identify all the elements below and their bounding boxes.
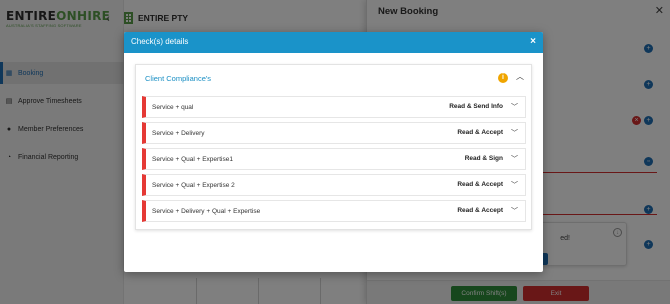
- compliance-name: Service + Delivery + Qual + Expertise: [152, 208, 261, 215]
- compliance-name: Service + Qual + Expertise1: [152, 156, 233, 163]
- compliance-name: Service + qual: [152, 104, 194, 111]
- compliance-action: Read & Sign: [464, 155, 503, 162]
- modal-header: Check(s) details ×: [124, 32, 543, 53]
- chevron-down-icon[interactable]: ﹀: [510, 102, 519, 112]
- chevron-down-icon[interactable]: ﹀: [510, 154, 519, 164]
- compliance-row[interactable]: Service + Qual + Expertise1 Read & Sign …: [142, 148, 526, 170]
- compliance-action: Read & Send Info: [449, 103, 503, 110]
- chevron-up-icon[interactable]: ︿: [515, 71, 525, 83]
- compliance-action: Read & Accept: [457, 129, 503, 136]
- compliance-name: Service + Delivery: [152, 130, 205, 137]
- chevron-down-icon[interactable]: ﹀: [510, 180, 519, 190]
- compliance-action: Read & Accept: [457, 207, 503, 214]
- chevron-down-icon[interactable]: ﹀: [510, 128, 519, 138]
- close-icon[interactable]: ×: [530, 36, 536, 47]
- chevron-down-icon[interactable]: ﹀: [510, 206, 519, 216]
- compliance-row[interactable]: Service + Qual + Expertise 2 Read & Acce…: [142, 174, 526, 196]
- compliance-name: Service + Qual + Expertise 2: [152, 182, 235, 189]
- section-title[interactable]: Client Compliance's: [145, 74, 211, 83]
- modal-title: Check(s) details: [131, 37, 189, 46]
- compliance-row[interactable]: Service + Delivery Read & Accept ﹀: [142, 122, 526, 144]
- checks-details-modal: Check(s) details × Client Compliance's i…: [124, 32, 543, 272]
- client-compliance-panel: Client Compliance's i ︿ Service + qual R…: [135, 64, 532, 230]
- compliance-action: Read & Accept: [457, 181, 503, 188]
- info-icon[interactable]: i: [498, 73, 508, 83]
- compliance-row[interactable]: Service + Delivery + Qual + Expertise Re…: [142, 200, 526, 222]
- compliance-row[interactable]: Service + qual Read & Send Info ﹀: [142, 96, 526, 118]
